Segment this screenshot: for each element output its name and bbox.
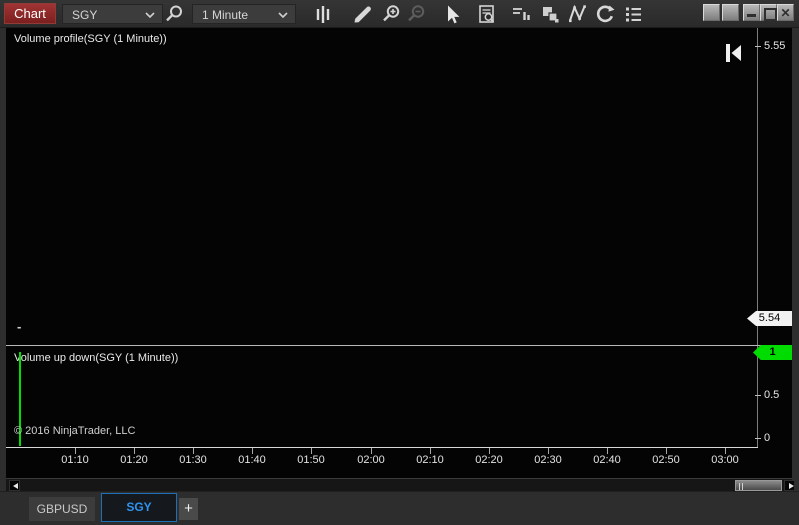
indicator-tick-mark [755, 438, 761, 439]
chevron-down-icon [145, 12, 155, 19]
scrollbar-grip [739, 483, 745, 490]
time-axis-label: 02:00 [357, 454, 385, 466]
tab-gbpusd[interactable]: GBPUSD [29, 497, 95, 521]
interval-selector[interactable]: 1 Minute [192, 4, 296, 24]
time-axis-label: 01:50 [297, 454, 325, 466]
toolbar: Chart SGY 1 Minute ✕ [0, 0, 799, 28]
restore-icon [764, 8, 777, 21]
instrument-value: SGY [72, 8, 98, 22]
close-button[interactable]: ✕ [777, 4, 794, 21]
time-axis-label: 02:50 [652, 454, 680, 466]
right-arrow-icon [789, 483, 794, 489]
panel-divider[interactable] [6, 345, 792, 346]
left-arrow-icon [13, 483, 18, 489]
cursor-pointer-icon[interactable] [440, 3, 462, 25]
lower-panel-label: Volume up down(SGY (1 Minute)) [14, 352, 179, 364]
zoom-out-icon[interactable] [405, 3, 427, 25]
chart-panels-icon[interactable] [510, 3, 532, 25]
time-axis-label: 02:40 [593, 454, 621, 466]
upper-panel-label: Volume profile(SGY (1 Minute)) [14, 33, 167, 45]
drawing-tools-pencil-icon[interactable] [351, 3, 373, 25]
chevron-down-icon [278, 12, 288, 19]
scrollbar-thumb[interactable] [735, 480, 782, 491]
indicator-tick-label: 0 [764, 432, 771, 444]
horizontal-scrollbar[interactable] [6, 478, 795, 491]
time-axis-label: 02:20 [475, 454, 503, 466]
indicator-tick-label: 0.5 [764, 389, 780, 401]
chart-menu-button[interactable]: Chart [4, 3, 56, 24]
time-axis-label: 01:10 [61, 454, 89, 466]
time-axis-label: 02:30 [534, 454, 562, 466]
chart-surface[interactable]: Volume profile(SGY (1 Minute)) 5.55 - 5.… [6, 28, 792, 478]
zoom-in-icon[interactable] [380, 3, 402, 25]
time-axis-label: 01:30 [179, 454, 207, 466]
bring-to-front-layers-icon[interactable] [539, 3, 561, 25]
tab-sgy[interactable]: SGY [101, 493, 177, 522]
window-blank-button-1[interactable] [703, 4, 720, 21]
instrument-selector[interactable]: SGY [62, 4, 163, 24]
reload-icon[interactable] [594, 3, 616, 25]
minimize-icon [747, 14, 756, 17]
ninjatrader-chart-window: Chart SGY 1 Minute ✕ Volume profile(SGY … [0, 0, 799, 525]
window-blank-button-2[interactable] [722, 4, 739, 21]
price-axis-line [757, 28, 758, 447]
lower-panel-bottom-border [6, 447, 758, 448]
zigzag-line-icon[interactable] [566, 3, 588, 25]
close-icon: ✕ [780, 5, 791, 20]
time-axis-label: 02:10 [416, 454, 444, 466]
price-tick-mark [755, 46, 761, 47]
search-icon[interactable] [163, 3, 185, 25]
restore-button[interactable] [760, 4, 777, 21]
tab-bar: GBPUSD SGY + [0, 491, 799, 525]
price-tick-label: 5.55 [764, 40, 786, 52]
add-tab-button[interactable]: + [179, 498, 198, 520]
data-box-icon[interactable] [476, 3, 498, 25]
indicator-tick-mark [755, 395, 761, 396]
time-axis-label: 03:00 [711, 454, 739, 466]
interval-value: 1 Minute [202, 8, 249, 22]
time-axis-label: 01:40 [238, 454, 266, 466]
indicator-value-marker: 1 [753, 345, 792, 360]
scroll-left-button[interactable] [9, 480, 20, 491]
last-price-marker: 5.54 [747, 311, 792, 326]
scroll-right-button[interactable] [784, 480, 795, 491]
last-price-dash: - [17, 319, 22, 334]
go-to-last-bar-icon[interactable] [725, 44, 742, 62]
properties-list-icon[interactable] [622, 3, 644, 25]
chart-style-icon[interactable] [312, 3, 334, 25]
copyright-text: © 2016 NinjaTrader, LLC [14, 425, 136, 437]
time-axis-label: 01:20 [120, 454, 148, 466]
minimize-button[interactable] [743, 4, 760, 21]
